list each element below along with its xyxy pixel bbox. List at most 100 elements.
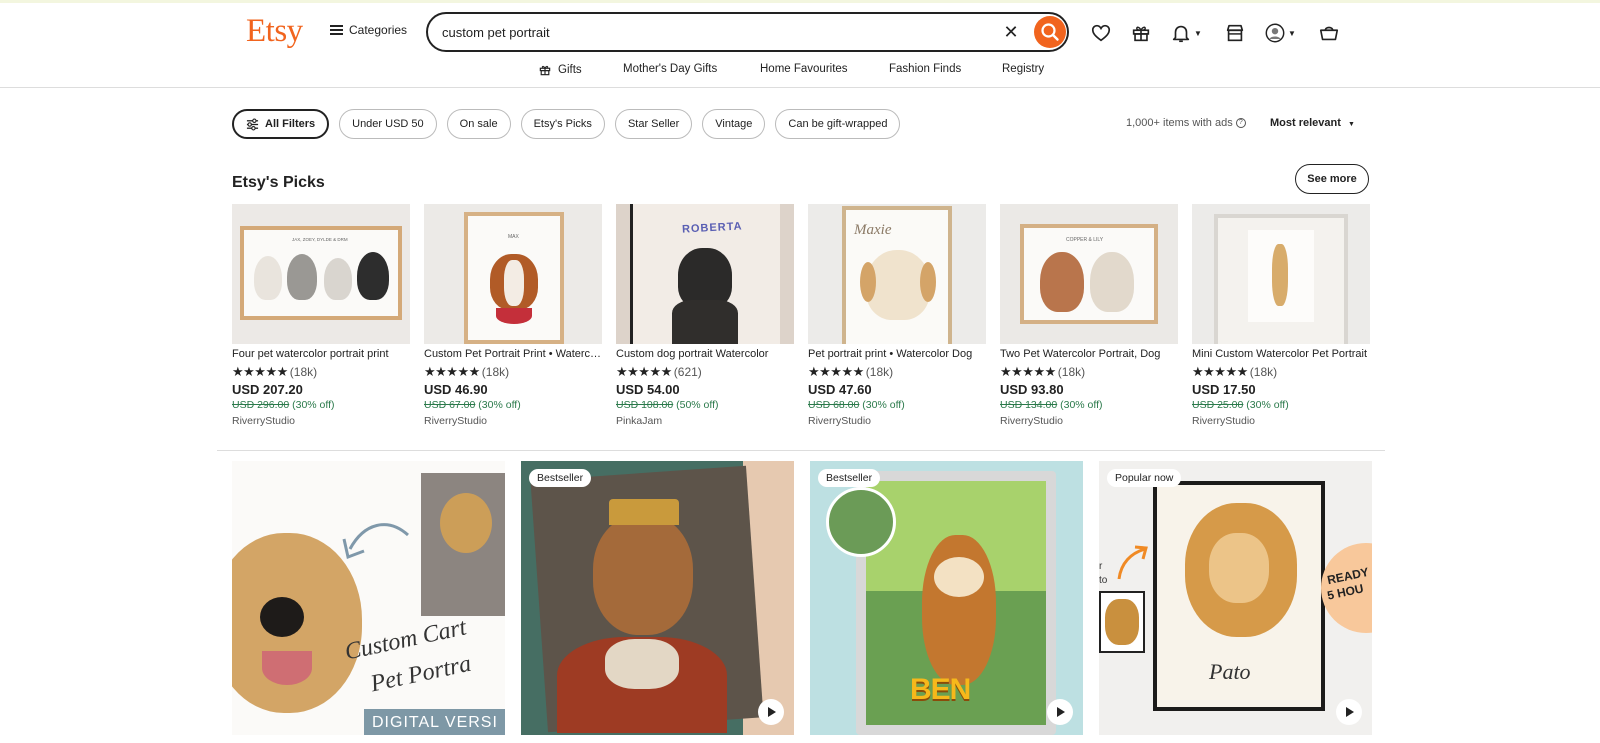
filter-bar: All Filters Under USD 50 On sale Etsy's … [232,109,901,139]
product-card[interactable]: COPPER & LILY Two Pet Watercolor Portrai… [1000,204,1178,427]
filter-star-seller[interactable]: Star Seller [614,109,693,139]
product-image-caption: MAX [508,234,519,240]
filter-etsys-picks[interactable]: Etsy's Picks [520,109,605,139]
shop-name[interactable]: RiverryStudio [232,415,410,427]
review-count: (18k) [481,365,510,379]
listing-image[interactable]: BEN Bestseller [810,461,1083,735]
star-icons: ★★★★★ [808,364,864,379]
nav-mothers-day[interactable]: Mother's Day Gifts [623,63,717,75]
listing-image[interactable]: Bestseller [521,461,794,735]
arrow-icon [342,523,410,560]
star-icons: ★★★★★ [232,364,288,379]
gifts-button[interactable] [1130,20,1156,46]
gift-icon [1132,26,1150,42]
product-card[interactable]: Mini Custom Watercolor Pet Portrait ★★★★… [1192,204,1370,427]
product-image-caption: Maxie [854,222,892,238]
listing-overlay-text: BEN [910,673,971,706]
filter-on-sale[interactable]: On sale [446,109,511,139]
star-icons: ★★★★★ [1000,364,1056,379]
product-card[interactable]: MAX Custom Pet Portrait Print • Watercol… [424,204,602,427]
original-price: USD 108.00 (50% off) [616,399,719,411]
original-price: USD 67.00 (30% off) [424,399,521,411]
product-card[interactable]: Maxie Pet portrait print • Watercolor Do… [808,204,986,427]
review-count: (621) [673,365,702,379]
shop-name[interactable]: RiverryStudio [808,415,986,427]
rating: ★★★★★ (621) [616,364,794,380]
info-icon[interactable]: ? [1235,118,1246,129]
listing-overlay-text: r [1099,561,1103,572]
bell-icon [1172,25,1190,43]
account-button[interactable]: ▼ [1264,20,1304,46]
sliders-icon [246,118,259,130]
listing-grid: Custom Cart Pet Portra DIGITAL VERSI Bes… [232,461,1372,735]
nav-fashion-finds[interactable]: Fashion Finds [889,63,961,75]
listing-overlay-text: DIGITAL VERSI [372,714,498,731]
product-image[interactable]: JAX, ZOEY, DYLDE & DRM [232,204,410,344]
product-title[interactable]: Pet portrait print • Watercolor Dog [808,348,986,360]
account-icon [1265,23,1285,43]
nav-home-favourites[interactable]: Home Favourites [760,63,848,75]
product-image[interactable]: COPPER & LILY [1000,204,1178,344]
search-button[interactable] [1034,16,1066,48]
product-card[interactable]: JAX, ZOEY, DYLDE & DRM Four pet watercol… [232,204,410,427]
product-title[interactable]: Custom dog portrait Watercolor [616,348,794,360]
chevron-down-icon: ▼ [1194,28,1202,38]
search-icon [1041,23,1059,41]
shop-name[interactable]: PinkaJam [616,415,794,427]
search-bar: ✕ [426,12,1069,52]
search-input[interactable] [442,22,982,42]
cart-icon [1319,26,1339,41]
filter-vintage[interactable]: Vintage [702,109,766,139]
notifications-button[interactable]: ▼ [1170,20,1210,46]
product-title[interactable]: Custom Pet Portrait Print • Watercolor [424,348,602,360]
listing-overlay-text: Pato [1209,659,1251,684]
listing-image[interactable]: Custom Cart Pet Portra DIGITAL VERSI [232,461,505,735]
shop-name[interactable]: RiverryStudio [1192,415,1370,427]
product-title[interactable]: Two Pet Watercolor Portrait, Dog [1000,348,1178,360]
section-divider [217,450,1385,451]
caret-down-icon: ▼ [1347,121,1355,128]
product-title[interactable]: Four pet watercolor portrait print [232,348,410,360]
favourites-button[interactable] [1090,20,1116,46]
site-header: Etsy Categories ✕ ▼ ▼ [0,3,1600,88]
bestseller-badge: Bestseller [529,469,592,487]
see-more-button[interactable]: See more [1295,164,1369,194]
nav-registry[interactable]: Registry [1002,63,1044,75]
filter-under-50[interactable]: Under USD 50 [339,109,437,139]
product-image[interactable]: MAX [424,204,602,344]
play-video-button[interactable] [1336,699,1362,725]
results-count: 1,000+ items with ads ? [1126,117,1246,129]
shop-name[interactable]: RiverryStudio [424,415,602,427]
section-title: Etsy's Picks [232,174,325,191]
product-title[interactable]: Mini Custom Watercolor Pet Portrait [1192,348,1370,360]
shop-manager-button[interactable] [1224,20,1250,46]
original-price: USD 68.00 (30% off) [808,399,905,411]
original-price: USD 134.00 (30% off) [1000,399,1103,411]
arrow-icon [1117,545,1148,580]
rating: ★★★★★ (18k) [232,364,410,380]
rating: ★★★★★ (18k) [424,364,602,380]
categories-button[interactable]: Categories [330,23,407,37]
header-icons: ▼ ▼ [1090,20,1358,46]
all-filters-button[interactable]: All Filters [232,109,330,139]
product-card[interactable]: ROBERTA Custom dog portrait Watercolor ★… [616,204,794,427]
play-video-button[interactable] [758,699,784,725]
sort-dropdown[interactable]: Most relevant ▼ [1270,117,1355,129]
price: USD 47.60 [808,382,872,397]
etsy-logo[interactable]: Etsy [246,13,303,50]
rating: ★★★★★ (18k) [1192,364,1370,380]
product-image[interactable]: Maxie [808,204,986,344]
product-image[interactable] [1192,204,1370,344]
play-video-button[interactable] [1047,699,1073,725]
categories-label: Categories [349,23,408,37]
clear-search-icon[interactable]: ✕ [1001,22,1021,42]
cart-button[interactable] [1318,20,1344,46]
nav-gifts-label: Gifts [558,64,582,76]
category-nav: Gifts Mother's Day Gifts Home Favourites… [0,61,1600,83]
product-image[interactable]: ROBERTA [616,204,794,344]
nav-gifts[interactable]: Gifts [538,63,582,77]
price: USD 93.80 [1000,382,1064,397]
shop-name[interactable]: RiverryStudio [1000,415,1178,427]
listing-image[interactable]: Pato r to READY 5 HOU Popular now [1099,461,1372,735]
filter-gift-wrapped[interactable]: Can be gift-wrapped [775,109,901,139]
